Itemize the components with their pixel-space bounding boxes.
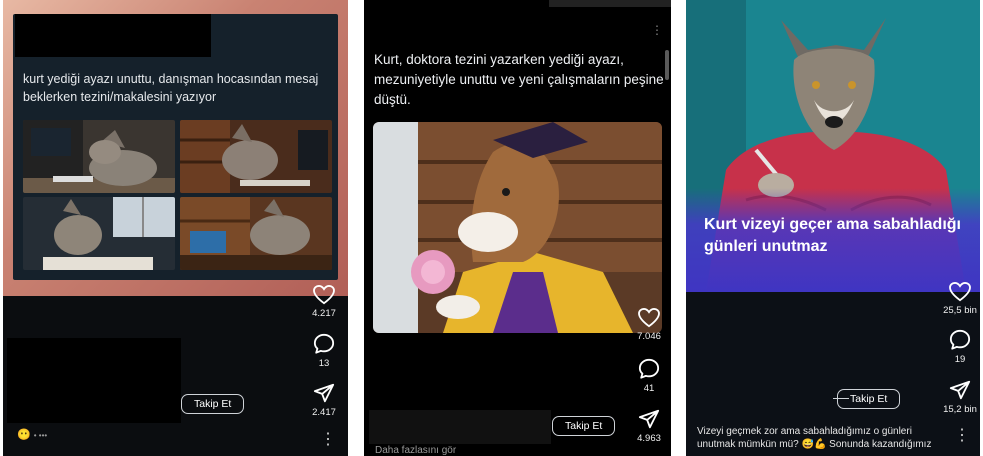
send-icon[interactable]	[301, 382, 347, 404]
heart-icon[interactable]	[937, 282, 980, 302]
scrollbar-thumb[interactable]	[665, 50, 669, 80]
post-panel-2: ⋮ Kurt, doktora tezini yazarken yediği a…	[364, 0, 671, 456]
share-action[interactable]: 2.417	[301, 382, 347, 418]
emoji-suffix: • •••	[33, 431, 48, 440]
post-panel-3: Kurt vizeyi geçer ama sabahladığı günler…	[686, 0, 980, 456]
caption-emoji: 😶 • •••	[17, 428, 47, 441]
wolf-desk-image-1	[23, 120, 175, 193]
follow-button[interactable]: Takip Et	[552, 416, 616, 436]
like-action[interactable]: 7.046	[626, 308, 671, 342]
share-count: 2.417	[312, 407, 336, 418]
see-more-link[interactable]: Daha fazlasını gör	[375, 445, 456, 456]
redacted-author	[7, 338, 181, 423]
comment-action[interactable]: 13	[301, 333, 347, 369]
emoji: 😶	[17, 429, 31, 441]
share-action[interactable]: 4.963	[626, 408, 671, 444]
send-icon[interactable]	[937, 379, 980, 401]
share-action[interactable]: 15,2 bin	[937, 379, 980, 415]
comment-count: 19	[954, 354, 966, 365]
share-count: 15,2 bin	[943, 404, 977, 415]
graduate-dog-image[interactable]	[373, 122, 662, 333]
tweet-text: Kurt, doktora tezini yazarken yediği aya…	[374, 52, 664, 107]
comment-count: 41	[643, 383, 655, 394]
follow-button[interactable]: Takip Et	[837, 389, 901, 409]
image-grid	[23, 120, 333, 270]
redacted-author	[369, 410, 551, 444]
like-action[interactable]: 25,5 bin	[937, 282, 980, 316]
like-count: 4.217	[312, 308, 336, 319]
tweet-text: kurt yediği ayazı unuttu, danışman hocas…	[23, 72, 319, 104]
post-caption: Vizeyi geçmek zor ama sabahladığımız o g…	[697, 426, 932, 456]
heart-icon[interactable]	[626, 308, 671, 328]
send-icon[interactable]	[626, 408, 671, 430]
wolf-desk-image-4	[180, 197, 332, 270]
vertical-dots-icon[interactable]: ⋮	[320, 432, 336, 448]
comment-action[interactable]: 41	[626, 358, 671, 394]
like-count: 25,5 bin	[943, 305, 977, 316]
post-title: Kurt vizeyi geçer ama sabahladığı günler…	[704, 216, 961, 255]
comment-count: 13	[318, 358, 330, 369]
wolf-sweater-image[interactable]: Kurt vizeyi geçer ama sabahladığı günler…	[686, 0, 980, 292]
vertical-dots-icon[interactable]: ⋮	[954, 428, 970, 444]
redacted-profile-header	[15, 14, 211, 57]
like-count: 7.046	[637, 331, 661, 342]
comment-bubble-icon[interactable]	[626, 358, 671, 380]
top-bar	[549, 0, 671, 7]
vertical-dots-icon[interactable]: ⋮	[651, 22, 663, 38]
heart-icon[interactable]	[301, 285, 347, 305]
share-count: 4.963	[637, 433, 661, 444]
wolf-desk-image-2	[180, 120, 332, 193]
post-panel-1: kurt yediği ayazı unuttu, danışman hocas…	[3, 0, 348, 456]
like-action[interactable]: 4.217	[301, 285, 347, 319]
follow-button[interactable]: Takip Et	[181, 394, 245, 414]
comment-action[interactable]: 19	[937, 329, 980, 365]
comment-bubble-icon[interactable]	[301, 333, 347, 355]
wolf-desk-image-3	[23, 197, 175, 270]
comment-bubble-icon[interactable]	[937, 329, 980, 351]
